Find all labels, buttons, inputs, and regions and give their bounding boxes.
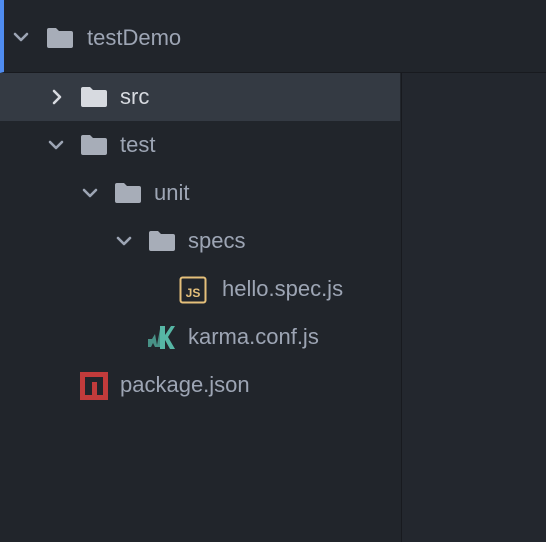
js-file-icon: JS bbox=[179, 276, 207, 304]
folder-icon bbox=[81, 135, 107, 155]
tree-item-label: unit bbox=[154, 180, 190, 205]
tree-item-specs[interactable]: specs bbox=[0, 217, 400, 265]
karma-icon bbox=[148, 326, 175, 349]
editor-pane bbox=[401, 73, 546, 542]
svg-text:JS: JS bbox=[186, 286, 201, 300]
folder-icon bbox=[47, 28, 73, 48]
tree-root-label: testDemo bbox=[87, 25, 182, 50]
folder-icon bbox=[149, 231, 175, 251]
tree-item-hello-spec-js[interactable]: JS hello.spec.js bbox=[0, 265, 400, 313]
tree-item-src[interactable]: src bbox=[0, 73, 400, 121]
tree-item-label: specs bbox=[188, 228, 246, 253]
tree-item-label: src bbox=[120, 84, 150, 109]
tree-item-test[interactable]: test bbox=[0, 121, 400, 169]
tree-item-unit[interactable]: unit bbox=[0, 169, 400, 217]
chevron-down-icon[interactable] bbox=[115, 232, 133, 250]
tree-item-label: karma.conf.js bbox=[188, 324, 319, 349]
tree-item-label: package.json bbox=[120, 372, 250, 397]
chevron-down-icon[interactable] bbox=[81, 184, 99, 202]
file-tree-panel: testDemo src test unit specs JS hello.sp… bbox=[0, 0, 546, 542]
folder-icon bbox=[81, 87, 107, 107]
folder-icon bbox=[115, 183, 141, 203]
tree-item-karma-conf-js[interactable]: karma.conf.js bbox=[0, 313, 400, 361]
tree-item-package-json[interactable]: package.json bbox=[0, 361, 400, 409]
chevron-down-icon[interactable] bbox=[47, 136, 65, 154]
chevron-down-icon[interactable] bbox=[12, 28, 30, 46]
npm-icon bbox=[80, 372, 108, 400]
tree-item-label: test bbox=[120, 132, 156, 157]
tree-item-label: hello.spec.js bbox=[222, 276, 344, 301]
tree-root-testdemo[interactable]: testDemo bbox=[0, 0, 546, 73]
chevron-right-icon[interactable] bbox=[48, 88, 66, 106]
